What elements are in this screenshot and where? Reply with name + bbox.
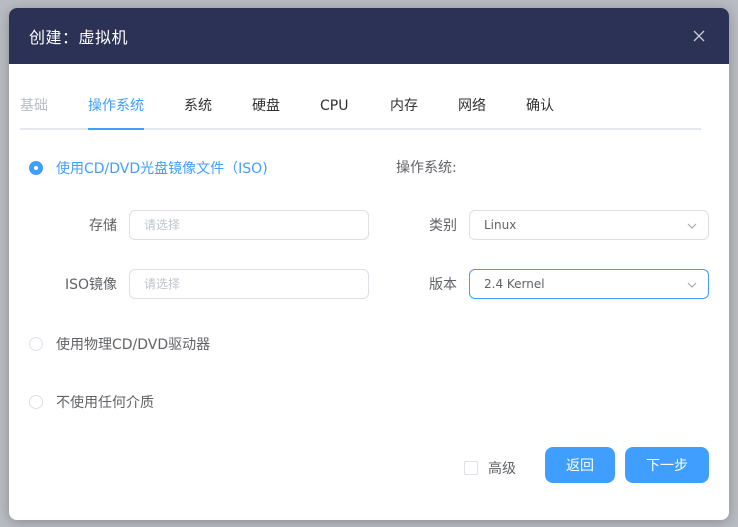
os-category-select[interactable]: Linux (469, 210, 709, 240)
os-heading: 操作系统: (396, 160, 457, 176)
radio-indicator-none[interactable] (29, 395, 43, 409)
back-button[interactable]: 返回 (545, 447, 615, 483)
os-version-select[interactable]: 2.4 Kernel (469, 269, 709, 299)
os-version-value: 2.4 Kernel (484, 277, 545, 291)
tab-memory[interactable]: 内存 (390, 94, 418, 128)
dialog-header: 创建：虚拟机 (9, 8, 729, 64)
os-category-label: 类别 (429, 218, 457, 234)
tab-basic[interactable]: 基础 (20, 94, 48, 128)
tab-network[interactable]: 网络 (458, 94, 486, 128)
tab-cpu[interactable]: CPU (320, 94, 348, 128)
iso-image-input[interactable] (129, 269, 369, 299)
chevron-down-icon (687, 223, 697, 229)
close-icon[interactable] (689, 26, 709, 46)
chevron-down-icon (687, 282, 697, 288)
wizard-tabs: 基础 操作系统 系统 硬盘 CPU 内存 网络 确认 (20, 94, 701, 130)
radio-physical-label: 使用物理CD/DVD驱动器 (56, 337, 211, 353)
radio-iso-label: 使用CD/DVD光盘镜像文件（ISO) (56, 161, 268, 177)
tab-os[interactable]: 操作系统 (88, 94, 144, 130)
dialog-title: 创建：虚拟机 (29, 28, 129, 47)
storage-input[interactable] (129, 210, 369, 240)
radio-none-label: 不使用任何介质 (56, 395, 154, 411)
advanced-label: 高级 (488, 461, 516, 477)
next-button[interactable]: 下一步 (625, 447, 709, 483)
tab-confirm[interactable]: 确认 (526, 94, 554, 128)
radio-physical-drive[interactable]: 使用物理CD/DVD驱动器 (29, 334, 210, 354)
create-vm-dialog: 创建：虚拟机 (9, 8, 729, 520)
advanced-checkbox[interactable] (464, 461, 478, 475)
radio-iso-file[interactable]: 使用CD/DVD光盘镜像文件（ISO) (29, 158, 268, 178)
os-category-value: Linux (484, 218, 517, 232)
radio-indicator-physical[interactable] (29, 337, 43, 351)
radio-no-media[interactable]: 不使用任何介质 (29, 392, 154, 412)
storage-label: 存储 (89, 218, 117, 234)
os-version-label: 版本 (429, 277, 457, 293)
iso-image-label: ISO镜像 (64, 277, 117, 293)
tab-system[interactable]: 系统 (184, 94, 212, 128)
radio-indicator-iso[interactable] (29, 161, 43, 175)
tab-disk[interactable]: 硬盘 (252, 94, 280, 128)
advanced-checkbox-row[interactable]: 高级 (464, 458, 516, 478)
